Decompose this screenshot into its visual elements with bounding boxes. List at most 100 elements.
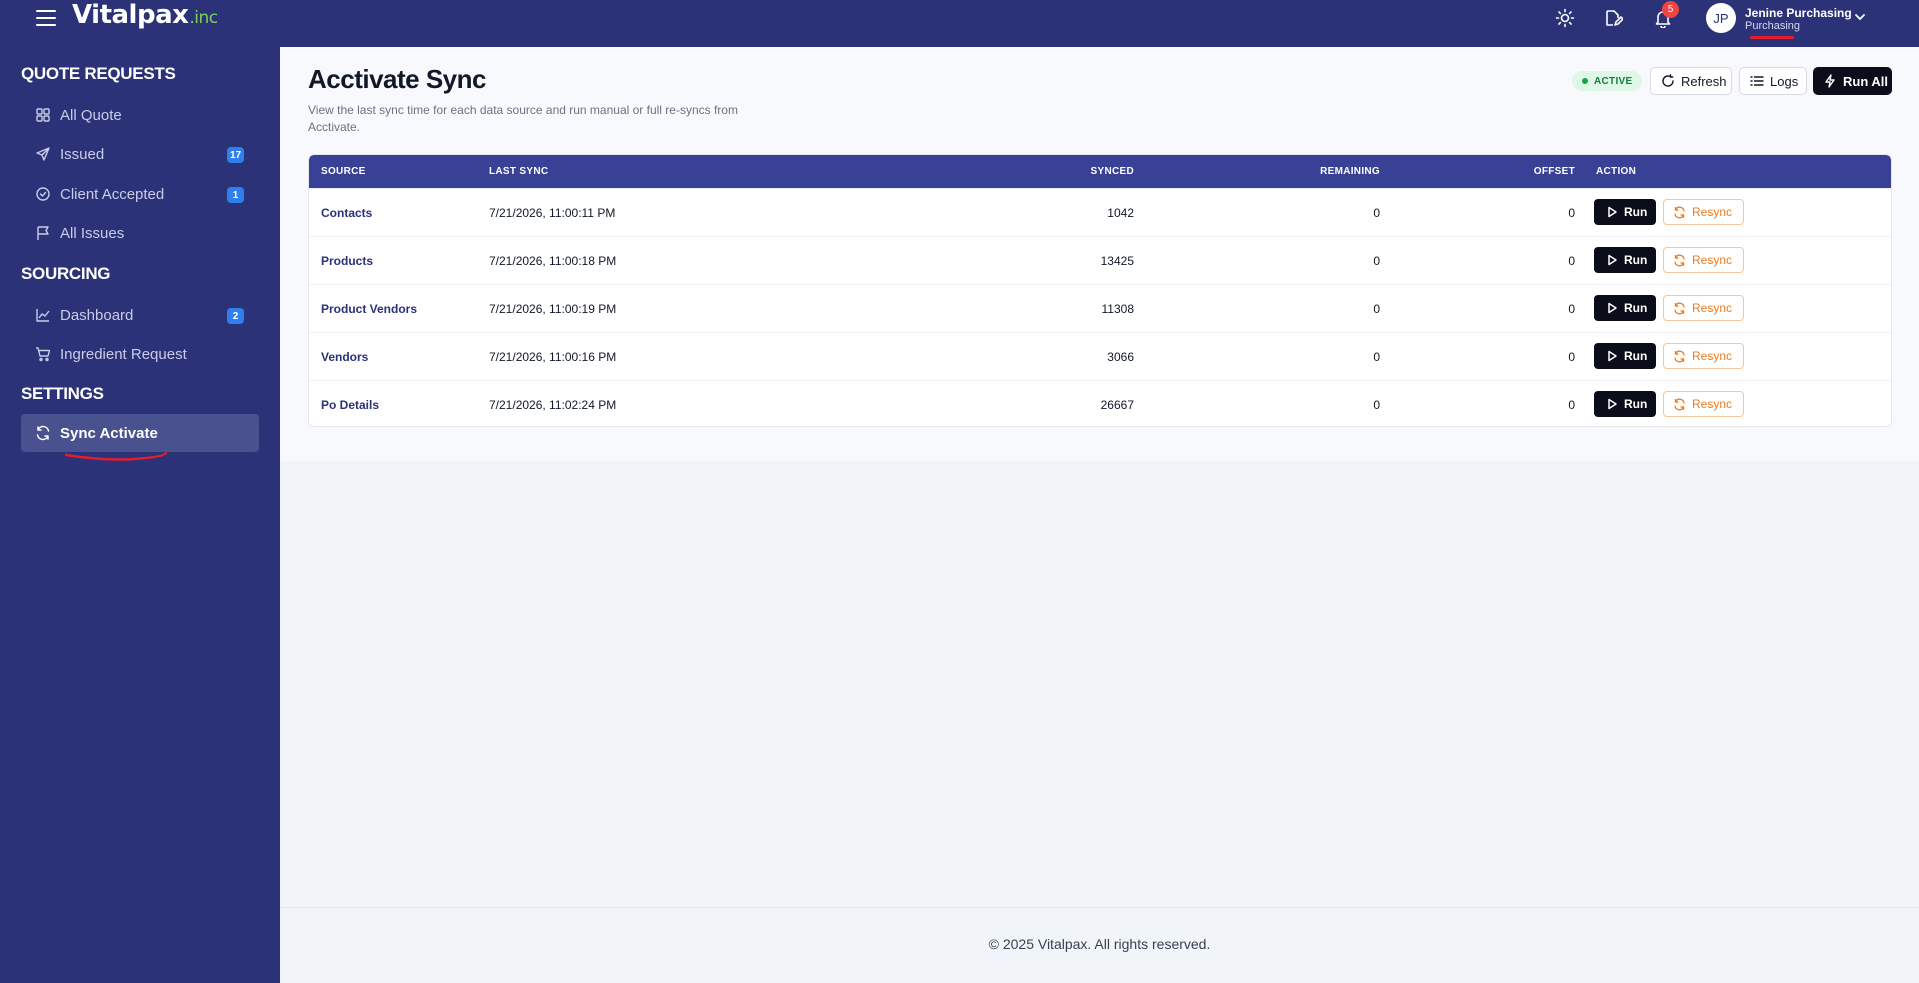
page-description: View the last sync time for each data so…	[308, 103, 738, 134]
count-badge: 1	[227, 187, 244, 203]
run-label: Run	[1624, 397, 1648, 411]
column-header-last-sync: LAST SYNC	[489, 166, 549, 177]
user-name[interactable]: Jenine Purchasing	[1745, 6, 1852, 20]
sync-icon	[1673, 254, 1686, 267]
chevron-down-icon[interactable]	[1853, 10, 1867, 29]
run-label: Run	[1624, 205, 1648, 219]
sync-icon	[1673, 350, 1686, 363]
sidebar-item-label: Issued	[60, 146, 105, 163]
column-header-action: ACTION	[1596, 166, 1637, 177]
annotation-underline	[64, 452, 168, 461]
section-title-quote-requests: QUOTE REQUESTS	[21, 64, 176, 83]
footer-copyright: © 2025 Vitalpax. All rights reserved.	[988, 936, 1211, 952]
resync-button[interactable]: Resync	[1663, 247, 1744, 273]
logs-label: Logs	[1770, 73, 1799, 89]
resync-label: Resync	[1692, 349, 1733, 363]
column-header-synced: SYNCED	[1090, 166, 1134, 177]
source-link[interactable]: Po Details	[321, 398, 379, 412]
last-sync-cell: 7/21/2026, 11:00:11 PM	[489, 206, 616, 220]
sidebar-item-label: Dashboard	[60, 307, 134, 324]
cart-icon	[35, 346, 51, 362]
resync-button[interactable]: Resync	[1663, 295, 1744, 321]
offset-cell: 0	[1568, 254, 1575, 268]
sidebar-item-issued[interactable]: Issued 17	[21, 135, 259, 173]
run-button[interactable]: Run	[1594, 343, 1656, 369]
synced-cell: 11308	[1101, 302, 1134, 316]
offset-cell: 0	[1568, 398, 1575, 412]
page-title: Acctivate Sync	[308, 64, 486, 94]
source-link[interactable]: Contacts	[321, 206, 372, 220]
run-label: Run	[1624, 253, 1648, 267]
play-icon	[1606, 302, 1618, 314]
edit-document-icon[interactable]	[1603, 8, 1623, 28]
synced-cell: 26667	[1100, 398, 1134, 412]
run-label: Run	[1624, 301, 1648, 315]
table-row: Contacts 7/21/2026, 11:00:11 PM 1042 0 0 Run R…	[309, 188, 1891, 236]
sidebar-item-all-quote[interactable]: All Quote	[21, 96, 259, 134]
sync-icon	[1673, 302, 1686, 315]
offset-cell: 0	[1568, 206, 1575, 220]
run-label: Run	[1624, 349, 1648, 363]
resync-button[interactable]: Resync	[1663, 391, 1744, 417]
run-all-label: Run All	[1843, 73, 1889, 89]
play-icon	[1606, 350, 1618, 362]
sidebar-item-ingredient-request[interactable]: Ingredient Request	[21, 335, 259, 373]
logo-text: Vitalpax	[72, 0, 189, 30]
hamburger-menu-icon[interactable]	[36, 10, 56, 26]
run-all-button[interactable]: Run All	[1813, 67, 1892, 95]
sun-icon[interactable]	[1555, 8, 1575, 28]
logs-button[interactable]: Logs	[1739, 67, 1807, 95]
avatar[interactable]: JP	[1706, 3, 1736, 33]
sidebar-item-sync-activate[interactable]: Sync Activate	[21, 414, 259, 452]
run-button[interactable]: Run	[1594, 295, 1656, 321]
run-button[interactable]: Run	[1594, 391, 1656, 417]
synced-cell: 13425	[1100, 254, 1134, 268]
play-icon	[1606, 206, 1618, 218]
sidebar: QUOTE REQUESTS All Quote Issued 17 Clien…	[0, 47, 280, 983]
remaining-cell: 0	[1373, 206, 1380, 220]
sidebar-item-client-accepted[interactable]: Client Accepted 1	[21, 175, 259, 213]
grid-icon	[35, 107, 51, 123]
table-row: Vendors 7/21/2026, 11:00:16 PM 3066 0 0 Run Re…	[309, 332, 1891, 380]
sidebar-item-label: Client Accepted	[60, 186, 165, 203]
user-role: Purchasing	[1745, 20, 1801, 32]
sync-icon	[1673, 398, 1686, 411]
table-header-row: SOURCE LAST SYNC SYNCED REMAINING OFFSET…	[309, 155, 1891, 188]
last-sync-cell: 7/21/2026, 11:00:19 PM	[489, 302, 617, 316]
list-icon	[1750, 74, 1764, 88]
check-circle-icon	[35, 186, 51, 202]
resync-label: Resync	[1692, 205, 1733, 219]
sidebar-item-label: All Issues	[60, 225, 125, 242]
sidebar-item-label: Sync Activate	[60, 425, 158, 442]
resync-button[interactable]: Resync	[1663, 199, 1744, 225]
source-link[interactable]: Products	[321, 254, 373, 268]
synced-cell: 3066	[1107, 350, 1134, 364]
status-badge: ACTIVE	[1572, 71, 1643, 91]
resync-label: Resync	[1692, 253, 1733, 267]
sync-table: SOURCE LAST SYNC SYNCED REMAINING OFFSET…	[308, 154, 1892, 427]
resync-button[interactable]: Resync	[1663, 343, 1744, 369]
sidebar-item-all-issues[interactable]: All Issues	[21, 214, 259, 252]
notification-bell-icon[interactable]: 5	[1653, 1, 1679, 28]
run-button[interactable]: Run	[1594, 199, 1656, 225]
column-header-remaining: REMAINING	[1320, 166, 1380, 177]
sync-icon	[35, 425, 51, 441]
lightning-icon	[1823, 74, 1837, 88]
column-header-offset: OFFSET	[1533, 166, 1575, 177]
annotation-underline	[1750, 36, 1794, 39]
status-label: ACTIVE	[1594, 75, 1633, 87]
sidebar-item-dashboard[interactable]: Dashboard 2	[21, 296, 259, 334]
play-icon	[1606, 254, 1618, 266]
remaining-cell: 0	[1373, 398, 1380, 412]
source-link[interactable]: Vendors	[321, 350, 368, 364]
source-link[interactable]: Product Vendors	[321, 302, 417, 316]
count-badge: 2	[227, 308, 244, 324]
footer-divider	[280, 907, 1919, 908]
section-title-settings: SETTINGS	[21, 384, 104, 403]
refresh-button[interactable]: Refresh	[1650, 67, 1732, 95]
sync-icon	[1673, 206, 1686, 219]
resync-label: Resync	[1692, 397, 1733, 411]
logo[interactable]: Vitalpax.inc	[72, 0, 218, 30]
resync-label: Resync	[1692, 301, 1733, 315]
run-button[interactable]: Run	[1594, 247, 1656, 273]
